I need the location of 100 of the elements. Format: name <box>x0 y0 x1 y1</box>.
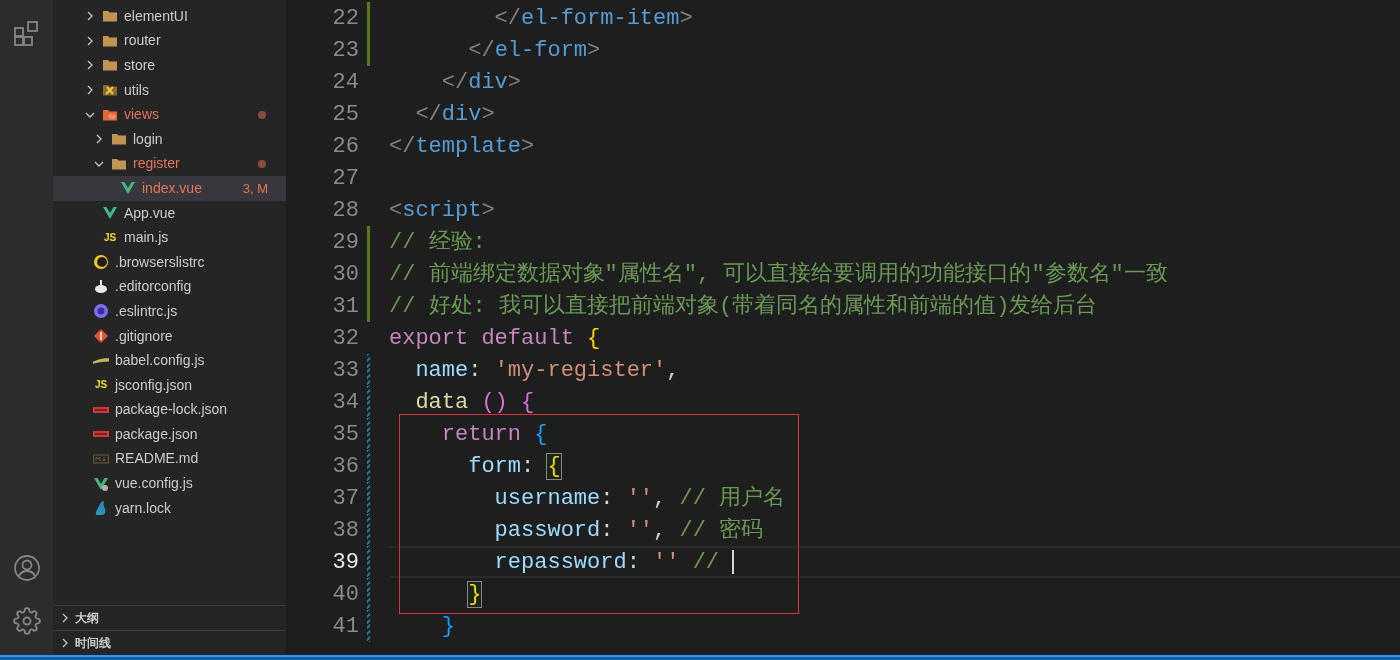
folder-icon <box>111 131 127 148</box>
item-name: yarn.lock <box>115 498 172 518</box>
item-name: package-lock.json <box>115 400 228 420</box>
line-number: 32 <box>331 324 359 353</box>
file-row[interactable]: .browserslistrc <box>53 249 286 275</box>
code-line: username: '', // 用户名 <box>493 484 786 513</box>
panel-section-header[interactable]: 大纲 <box>53 605 286 630</box>
code-line: </div> <box>440 68 522 97</box>
item-name: register <box>133 154 180 174</box>
line-number: 41 <box>331 612 359 641</box>
file-row[interactable]: JS main.js <box>53 225 286 250</box>
settings-icon[interactable] <box>12 607 41 635</box>
file-row[interactable]: .eslintrc.js <box>53 299 286 324</box>
eslint-icon <box>93 303 109 320</box>
code-line: repassword: '' // <box>493 548 721 577</box>
section-title: 大纲 <box>75 610 99 627</box>
item-name: views <box>124 105 159 125</box>
file-row[interactable]: babel.config.js <box>53 348 286 373</box>
item-name: .gitignore <box>115 326 173 346</box>
line-number: 30 <box>331 260 359 289</box>
line-number: 22 <box>331 4 359 33</box>
code-line: name: 'my-register', <box>414 356 680 385</box>
file-row[interactable]: App.vue <box>53 200 286 226</box>
code-line: return { <box>440 420 548 449</box>
code-line: </div> <box>414 100 495 129</box>
code-line: </template> <box>389 132 535 161</box>
folder-row[interactable]: register <box>53 151 286 177</box>
line-number: 24 <box>331 68 359 97</box>
circle-icon <box>93 254 109 271</box>
line-number: 33 <box>331 356 359 385</box>
code-line: form: { <box>467 452 561 481</box>
line-number: 27 <box>331 164 359 193</box>
item-name: .editorconfig <box>115 277 192 297</box>
line-number: 39 <box>331 548 359 577</box>
item-name: vue.config.js <box>115 474 193 494</box>
item-name: package.json <box>115 424 198 444</box>
file-row[interactable]: README.md <box>53 446 286 472</box>
code-line: // 经验: <box>389 228 486 257</box>
markdown-icon <box>93 451 109 467</box>
file-row[interactable]: package.json <box>53 422 286 447</box>
tools-folder-icon <box>102 82 118 99</box>
folder-row[interactable]: utils <box>53 77 286 103</box>
item-name: main.js <box>124 228 169 248</box>
text-cursor <box>732 550 735 574</box>
file-row[interactable]: package-lock.json <box>53 397 286 423</box>
line-number: 26 <box>331 132 359 161</box>
item-name: store <box>124 56 156 75</box>
line-number: 31 <box>331 292 359 321</box>
folder-icon <box>102 57 118 74</box>
account-icon[interactable] <box>12 554 41 582</box>
code-line: // 好处: 我可以直接把前端对象(带着同名的属性和前端的值)发给后台 <box>389 292 1098 321</box>
section-title: 时间线 <box>75 635 111 652</box>
line-number: 28 <box>331 196 359 225</box>
item-name: babel.config.js <box>115 351 205 371</box>
line-number: 40 <box>331 580 359 609</box>
folder-row[interactable]: views <box>53 102 286 127</box>
item-name: .eslintrc.js <box>115 301 178 321</box>
item-name: App.vue <box>124 203 176 223</box>
babel-icon <box>93 357 109 364</box>
line-number: 37 <box>331 484 359 513</box>
code-line: password: '', // 密码 <box>493 516 764 545</box>
problem-count: 3, M <box>242 179 268 198</box>
code-line: // 前端绑定数据对象"属性名", 可以直接给要调用的功能接口的"参数名"一致 <box>389 260 1168 289</box>
item-name: router <box>124 31 161 51</box>
code-line: export default { <box>389 324 601 353</box>
vue-icon <box>93 475 109 492</box>
line-number: 35 <box>331 420 359 449</box>
item-name: README.md <box>115 449 199 469</box>
item-name: login <box>133 129 163 149</box>
js-icon: JS <box>102 229 118 246</box>
code-line: </el-form-item> <box>493 4 693 33</box>
folder-icon <box>102 8 118 25</box>
file-row[interactable]: JS jsconfig.json <box>53 372 286 398</box>
code-line: </el-form> <box>467 36 601 65</box>
item-name: .browserslistrc <box>115 252 205 272</box>
line-number: 38 <box>331 516 359 545</box>
file-row[interactable]: yarn.lock <box>53 495 286 521</box>
git-icon <box>93 328 109 344</box>
extensions-icon[interactable] <box>12 20 41 48</box>
file-row[interactable]: index.vue 3, M <box>53 176 286 201</box>
js-icon: JS <box>93 377 109 394</box>
line-number: 23 <box>331 36 359 65</box>
folder-row[interactable]: login <box>53 126 286 152</box>
line-number: 25 <box>331 100 359 129</box>
file-row[interactable]: .editorconfig <box>53 274 286 300</box>
folder-row[interactable]: store <box>53 53 286 78</box>
line-number: 29 <box>331 228 359 257</box>
line-number: 36 <box>331 452 359 481</box>
code-line: <script> <box>389 196 495 225</box>
item-name: jsconfig.json <box>115 375 193 395</box>
file-row[interactable]: .gitignore <box>53 323 286 349</box>
folder-row[interactable]: elementUI <box>53 4 286 29</box>
file-row[interactable]: vue.config.js <box>53 471 286 496</box>
item-name: index.vue <box>142 178 202 198</box>
code-line: } <box>440 612 455 641</box>
item-name: utils <box>124 80 149 100</box>
code-line: data () { <box>414 388 535 417</box>
line-number: 34 <box>331 388 359 417</box>
folder-row[interactable]: router <box>53 28 286 54</box>
item-name: elementUI <box>124 6 188 26</box>
